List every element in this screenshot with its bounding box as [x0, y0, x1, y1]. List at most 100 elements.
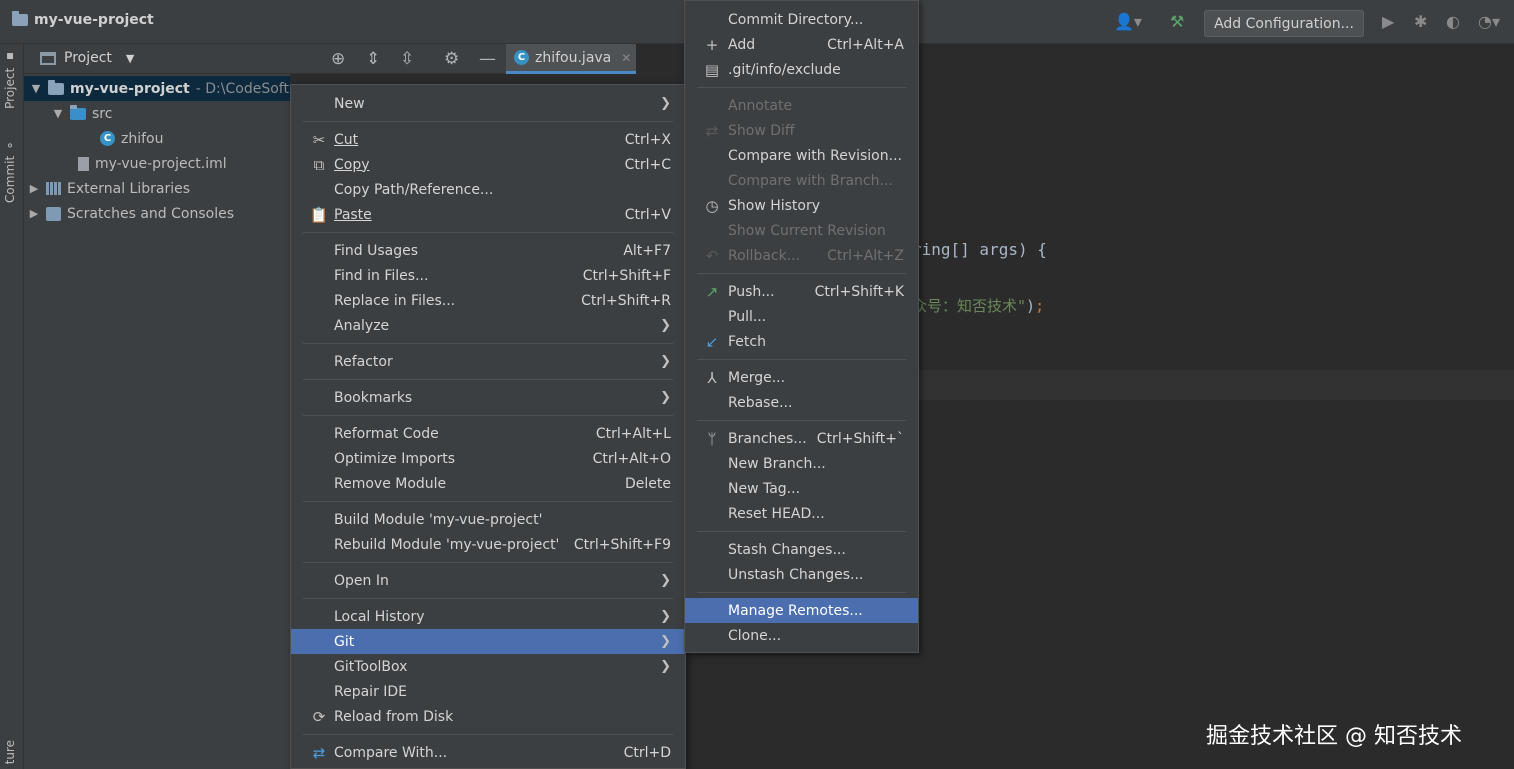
git-item-exclude[interactable]: ▤ .git/info/exclude [685, 57, 918, 82]
build-hammer-icon[interactable]: ⚒ [1170, 12, 1184, 31]
library-icon [46, 182, 61, 195]
git-item-branches[interactable]: ᛘ Branches... Ctrl+Shift+` [685, 426, 918, 451]
menu-item-bookmarks[interactable]: Bookmarks ❯ [291, 385, 685, 410]
close-icon[interactable]: ✕ [621, 51, 631, 65]
menu-item-remove-module[interactable]: Remove Module Delete [291, 471, 685, 496]
menu-item-refactor[interactable]: Refactor ❯ [291, 349, 685, 374]
menu-item-shortcut: Ctrl+Alt+O [592, 450, 671, 467]
collapse-all-icon[interactable]: ⇳ [400, 49, 414, 69]
git-item-add[interactable]: + Add Ctrl+Alt+A [685, 32, 918, 57]
chevron-right-icon[interactable]: ▶ [28, 182, 40, 195]
menu-item-reload-from-disk[interactable]: ⟳ Reload from Disk [291, 704, 685, 729]
chevron-right-icon: ❯ [660, 390, 671, 405]
menu-item-label: Manage Remotes... [728, 602, 863, 619]
menu-item-shortcut: Ctrl+Alt+Z [827, 247, 904, 264]
menu-item-shortcut: Ctrl+C [624, 156, 671, 173]
coverage-icon[interactable]: ◐ [1446, 12, 1460, 31]
tree-item-src[interactable]: ▼ src [52, 101, 112, 126]
chevron-right-icon[interactable]: ▶ [28, 207, 40, 220]
git-item-merge[interactable]: ⅄ Merge... [685, 365, 918, 390]
menu-item-find-in-files[interactable]: Find in Files... Ctrl+Shift+F [291, 263, 685, 288]
menu-item-label: Paste [334, 206, 372, 223]
menu-item-shortcut: Ctrl+X [624, 131, 671, 148]
profile-icon[interactable]: ◔▾ [1478, 12, 1500, 31]
git-item-unstash-changes[interactable]: Unstash Changes... [685, 562, 918, 587]
menu-item-optimize-imports[interactable]: Optimize Imports Ctrl+Alt+O [291, 446, 685, 471]
menu-item-copy[interactable]: ⧉ Copy Ctrl+C [291, 152, 685, 177]
git-item-clone[interactable]: Clone... [685, 623, 918, 648]
menu-item-label: New [334, 95, 365, 112]
menu-item-compare-with[interactable]: ⇄ Compare With... Ctrl+D [291, 740, 685, 765]
tree-item-scratches[interactable]: ▶ Scratches and Consoles [28, 201, 234, 226]
diff-icon: ⇄ [705, 121, 719, 140]
menu-item-paste[interactable]: 📋 Paste Ctrl+V [291, 202, 685, 227]
commit-tool-tab[interactable]: Commit ⚬ [3, 138, 17, 203]
menu-item-repair-ide[interactable]: Repair IDE [291, 679, 685, 704]
menu-item-new[interactable]: New ❯ [291, 91, 685, 116]
menu-separator [697, 531, 906, 532]
gear-icon[interactable]: ⚙ [444, 49, 459, 69]
menu-separator [303, 562, 673, 563]
menu-item-gittoolbox[interactable]: GitToolBox ❯ [291, 654, 685, 679]
debug-icon[interactable]: ✱ [1414, 12, 1427, 31]
git-item-pull[interactable]: Pull... [685, 304, 918, 329]
menu-item-local-history[interactable]: Local History ❯ [291, 604, 685, 629]
git-item-fetch[interactable]: ↙ Fetch [685, 329, 918, 354]
menu-item-reformat-code[interactable]: Reformat Code Ctrl+Alt+L [291, 421, 685, 446]
menu-item-rebuild-module[interactable]: Rebuild Module 'my-vue-project' Ctrl+Shif… [291, 532, 685, 557]
menu-item-shortcut: Ctrl+D [623, 744, 671, 761]
menu-separator [303, 501, 673, 502]
menu-item-label: Analyze [334, 317, 390, 334]
menu-item-find-usages[interactable]: Find Usages Alt+F7 [291, 238, 685, 263]
run-icon[interactable]: ▶ [1382, 12, 1394, 31]
watermark: 掘金技术社区 @ 知否技术 [1206, 724, 1462, 749]
git-item-commit-directory[interactable]: Commit Directory... [685, 7, 918, 32]
hide-icon[interactable]: — [479, 49, 496, 69]
menu-item-git[interactable]: Git ❯ [291, 629, 685, 654]
menu-item-label: .git/info/exclude [728, 61, 841, 78]
git-item-annotate: Annotate [685, 93, 918, 118]
expand-all-icon[interactable]: ⇕ [366, 49, 380, 69]
git-item-reset-head[interactable]: Reset HEAD... [685, 501, 918, 526]
git-item-rollback: ↶ Rollback... Ctrl+Alt+Z [685, 243, 918, 268]
git-item-push[interactable]: ↗ Push... Ctrl+Shift+K [685, 279, 918, 304]
chevron-down-icon[interactable]: ▼ [52, 107, 64, 120]
git-item-new-branch[interactable]: New Branch... [685, 451, 918, 476]
menu-item-cut[interactable]: ✂ Cut Ctrl+X [291, 127, 685, 152]
menu-item-replace-in-files[interactable]: Replace in Files... Ctrl+Shift+R [291, 288, 685, 313]
editor-tab-zhifou[interactable]: C zhifou.java ✕ [506, 44, 636, 74]
menu-item-open-in[interactable]: Open In ❯ [291, 568, 685, 593]
git-item-manage-remotes[interactable]: Manage Remotes... [685, 598, 918, 623]
merge-icon: ⅄ [707, 368, 717, 387]
tree-item-root[interactable]: ▼ my-vue-project - D:\CodeSoft [24, 76, 290, 101]
menu-item-label: Push... [728, 283, 775, 300]
menu-separator [303, 734, 673, 735]
menu-item-label: Compare With... [334, 744, 448, 761]
locate-icon[interactable]: ⊕ [331, 49, 345, 69]
git-item-show-history[interactable]: ◷ Show History [685, 193, 918, 218]
menu-item-copy-path[interactable]: Copy Path/Reference... [291, 177, 685, 202]
menu-item-label: Local History [334, 608, 425, 625]
menu-separator [303, 598, 673, 599]
tree-item-external-libraries[interactable]: ▶ External Libraries [28, 176, 190, 201]
folder-icon [12, 11, 28, 26]
git-item-new-tag[interactable]: New Tag... [685, 476, 918, 501]
add-configuration-button[interactable]: Add Configuration... [1204, 10, 1364, 37]
structure-tool-tab[interactable]: ture [3, 740, 17, 764]
git-item-compare-revision[interactable]: Compare with Revision... [685, 143, 918, 168]
project-breadcrumb[interactable]: my-vue-project [12, 11, 154, 28]
menu-item-analyze[interactable]: Analyze ❯ [291, 313, 685, 338]
tree-item-iml[interactable]: my-vue-project.iml [78, 151, 227, 176]
menu-separator [303, 379, 673, 380]
user-icon[interactable]: 👤▾ [1114, 12, 1142, 31]
git-item-rebase[interactable]: Rebase... [685, 390, 918, 415]
menu-item-label: Rollback... [728, 247, 801, 264]
tree-item-zhifou[interactable]: C zhifou [100, 126, 163, 151]
chevron-down-icon[interactable]: ▼ [30, 82, 42, 95]
project-tool-tab[interactable]: Project ▪ [3, 50, 17, 109]
menu-item-label: Clone... [728, 627, 782, 644]
menu-item-build-module[interactable]: Build Module 'my-vue-project' [291, 507, 685, 532]
compare-icon: ⇄ [312, 743, 326, 762]
git-item-stash-changes[interactable]: Stash Changes... [685, 537, 918, 562]
project-view-selector[interactable]: Project ▼ [40, 50, 134, 66]
